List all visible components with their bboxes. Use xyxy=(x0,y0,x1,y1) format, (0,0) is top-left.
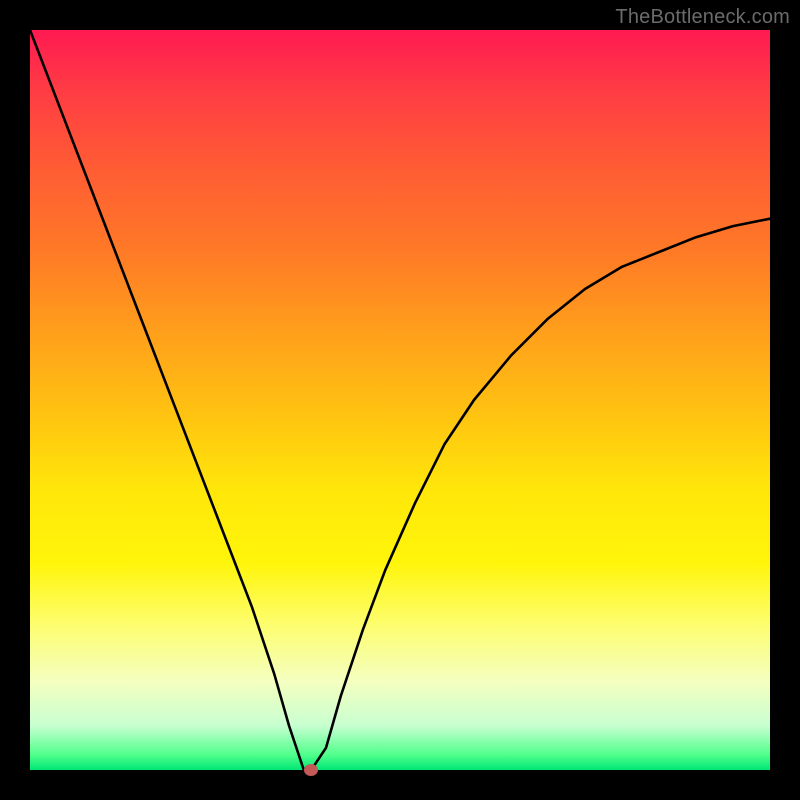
bottleneck-curve xyxy=(30,30,770,770)
watermark-text: TheBottleneck.com xyxy=(615,6,790,29)
chart-frame: TheBottleneck.com xyxy=(0,0,800,800)
optimum-marker xyxy=(304,764,318,776)
plot-area xyxy=(30,30,770,770)
